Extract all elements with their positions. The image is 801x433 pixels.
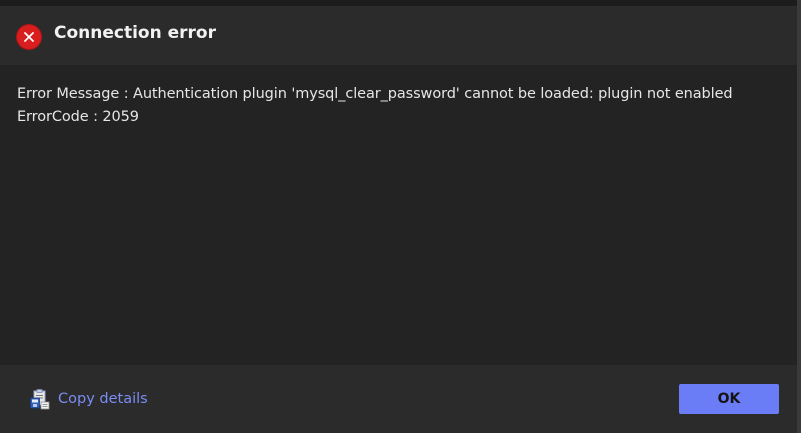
dialog-title: Connection error (54, 23, 216, 43)
copy-details-label: Copy details (58, 391, 148, 407)
error-code: ErrorCode : 2059 (17, 109, 139, 125)
dialog-footer: Copy details OK (0, 365, 797, 433)
error-message: Error Message : Authentication plugin 'm… (17, 86, 733, 102)
dialog-body: Error Message : Authentication plugin 'm… (0, 65, 797, 365)
dialog-header: Connection error (0, 7, 797, 65)
error-icon (17, 25, 41, 49)
window-top-border (0, 0, 797, 7)
connection-error-dialog: Connection error Error Message : Authent… (0, 0, 801, 433)
copy-details-link[interactable]: Copy details (29, 387, 148, 411)
ok-button[interactable]: OK (679, 384, 779, 414)
clipboard-icon (30, 389, 50, 410)
